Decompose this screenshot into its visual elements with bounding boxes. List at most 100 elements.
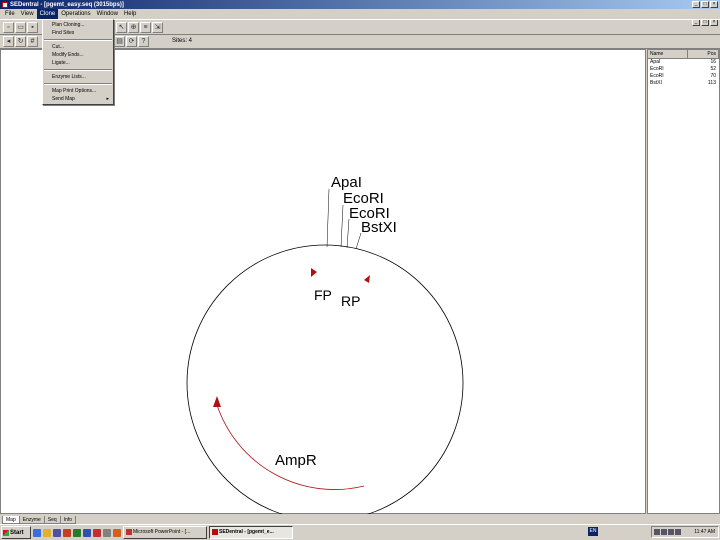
word-icon[interactable] [83,528,91,537]
zoom-tool-icon[interactable]: ⊕ [128,21,139,33]
powerpoint-icon[interactable] [93,528,101,537]
print-icon[interactable]: ▤ [114,36,125,47]
start-button[interactable]: Start [1,526,31,539]
rp-arrow[interactable] [364,275,370,283]
menu-item-ligate[interactable]: Ligate... [43,59,113,67]
back-icon[interactable]: ◂ [3,36,14,47]
folder-icon[interactable] [43,528,51,537]
tray-icon[interactable] [654,529,660,535]
site-row-pos: 16 [710,59,716,65]
window-title: SEDentral - [pgemt_easy.seq (3015bps)] [10,1,124,8]
menubar: File View Clone Operations Window Help _… [0,9,720,26]
menu-separator [44,83,112,85]
ampr-arc[interactable] [216,404,365,490]
tray-icon[interactable] [661,529,667,535]
site-row-name: ApaI [650,59,661,65]
tab-enzyme[interactable]: Enzyme [18,516,45,524]
powerpoint-icon [126,529,132,535]
app-icon[interactable] [103,528,111,537]
pointer-tool-icon[interactable]: ↖ [116,21,127,33]
office-icon[interactable] [63,528,71,537]
menu-item-label: Map Print Options... [52,88,97,94]
site-tick-apai [326,188,330,248]
menu-file[interactable]: File [2,9,18,19]
app-icon[interactable] [113,528,121,537]
sites-count: Sites: 4 [172,38,193,44]
rotate-icon[interactable]: ↻ [15,36,26,47]
column-header-pos[interactable]: Pos [688,50,719,58]
fp-arrow[interactable] [311,268,317,277]
open-folder-icon[interactable]: ▭ [15,21,26,33]
windows-logo-icon [3,529,9,536]
site-label-apai[interactable]: ApaI [331,174,362,191]
menu-item-plan-cloning[interactable]: Plan Cloning... [43,21,113,29]
site-label-bstxi[interactable]: BstXI [361,219,397,236]
site-row[interactable]: ApaI 16 [648,59,719,66]
system-tray: 11:47 AM [651,526,719,538]
site-list-header: Name Pos [648,50,719,59]
close-button[interactable]: × [710,1,718,8]
site-row-pos: 113 [708,80,716,86]
menu-view[interactable]: View [18,9,37,19]
new-file-icon[interactable]: ▫ [3,21,14,33]
site-row[interactable]: BstXI 113 [648,80,719,87]
grid-icon[interactable]: # [27,36,38,47]
fp-label: FP [314,287,332,303]
language-indicator[interactable]: EN [588,527,598,536]
site-row-pos: 52 [710,66,716,72]
menu-clone[interactable]: Clone [36,9,59,19]
submenu-arrow-icon: ▸ [106,96,109,102]
task-sedentral[interactable]: SEDentral - [pgemt_e... [209,526,293,539]
menu-help[interactable]: Help [121,9,139,19]
site-row[interactable]: EcoRI 52 [648,66,719,73]
menu-window[interactable]: Window [94,9,121,19]
ampr-arrowhead [213,396,221,407]
site-row-name: EcoRI [650,73,664,79]
menu-item-cut[interactable]: Cut... [43,43,113,51]
media-icon[interactable] [53,528,61,537]
windows-taskbar: Start Microsoft PowerPoint - [... SEDent… [0,524,720,540]
list-view-icon[interactable]: ≡ [140,21,151,33]
site-tick-ecori-1 [340,204,344,248]
menu-separator [44,39,112,41]
column-header-name[interactable]: Name [648,50,688,58]
rp-label: RP [341,293,360,309]
clone-menu-dropdown: Plan Cloning... Find Sites Cut... Modify… [42,19,114,105]
menu-item-modify-ends[interactable]: Modify Ends... [43,51,113,59]
clock[interactable]: 11:47 AM [694,529,718,535]
site-row-name: EcoRI [650,66,664,72]
menu-item-send-map[interactable]: Send Map ▸ [43,95,113,103]
plasmid-map: ApaI EcoRI EcoRI BstXI FP RP AmpR [186,174,464,522]
plasmid-map-canvas[interactable]: ApaI EcoRI EcoRI BstXI FP RP AmpR [0,49,646,522]
menu-item-map-print-options[interactable]: Map Print Options... [43,87,113,95]
menu-separator [44,69,112,71]
app-icon [212,529,218,535]
site-row-name: BstXI [650,80,662,86]
ampr-label: AmpR [275,452,317,469]
menu-item-find-sites[interactable]: Find Sites [43,29,113,37]
site-row[interactable]: EcoRI 70 [648,73,719,80]
window-titlebar: SEDentral - [pgemt_easy.seq (3015bps)] _… [0,0,720,9]
internet-explorer-icon[interactable] [33,528,41,537]
menu-item-enzyme-lists[interactable]: Enzyme Lists... [43,73,113,81]
task-powerpoint[interactable]: Microsoft PowerPoint - [... [123,526,207,539]
tray-icon[interactable] [675,529,681,535]
minimize-button[interactable]: _ [692,1,700,8]
view-tabs: Map Enzyme Seq Info [0,514,720,524]
help-icon[interactable]: ? [138,36,149,47]
refresh-icon[interactable]: ⟳ [126,36,137,47]
tray-icon[interactable] [668,529,674,535]
excel-icon[interactable] [73,528,81,537]
task-label: SEDentral - [pgemt_e... [219,529,274,535]
plasmid-backbone [186,244,464,522]
fit-view-icon[interactable]: ⇲ [152,21,163,33]
save-icon[interactable]: ▪ [27,21,38,33]
site-list-panel: Name Pos ApaI 16 EcoRI 52 EcoRI 70 BstXI… [647,49,720,514]
tab-info[interactable]: Info [59,516,77,524]
tab-map[interactable]: Map [2,516,20,524]
menu-operations[interactable]: Operations [58,9,93,19]
task-label: Microsoft PowerPoint - [... [133,529,191,535]
tab-seq[interactable]: Seq [43,516,61,524]
maximize-button[interactable]: □ [701,1,709,8]
site-tick-ecori-2 [346,218,350,249]
